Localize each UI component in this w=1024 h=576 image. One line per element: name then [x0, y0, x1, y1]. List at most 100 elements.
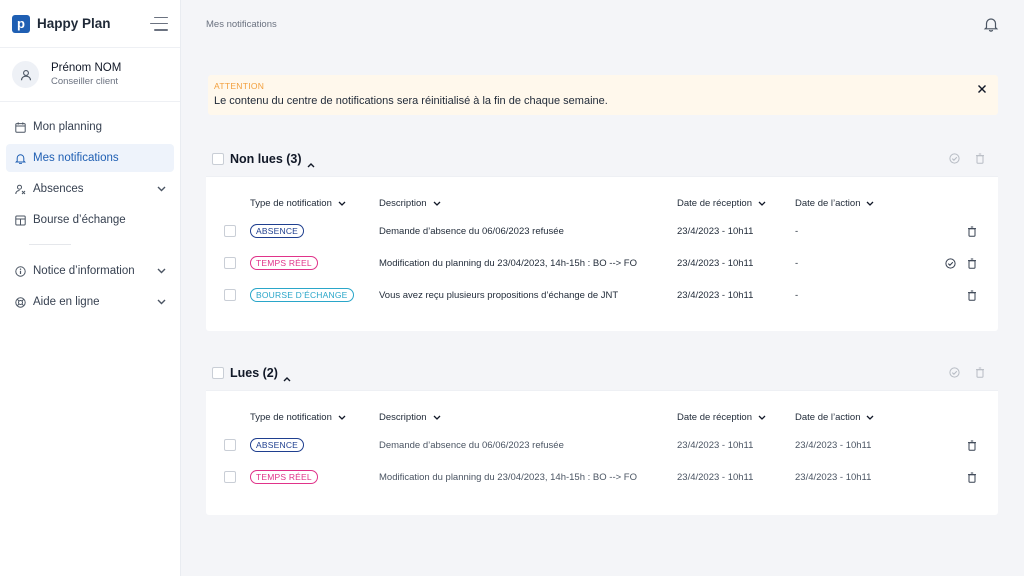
row-checkbox[interactable]	[224, 225, 236, 237]
row-received-date: 23/4/2023 - 10h11	[677, 471, 754, 483]
row-action-date: -	[795, 257, 799, 269]
select-all-read-checkbox[interactable]	[212, 366, 224, 379]
exchange-icon	[14, 214, 26, 226]
row-received-date: 23/4/2023 - 10h11	[677, 289, 754, 301]
sidebar-item-label: Bourse d’échange	[33, 214, 126, 226]
mark-all-read-icon[interactable]	[948, 367, 960, 379]
column-label: Type de notification	[250, 197, 332, 209]
chevron-down-icon	[157, 265, 166, 277]
main-content: Mes notifications ATTENTION Le contenu d…	[182, 0, 1024, 576]
sidebar-item-label: Mes notifications	[33, 152, 119, 164]
read-section-header: Lues (2)	[206, 355, 998, 391]
table-row[interactable]: BOURSE D’ÉCHANGE Vous avez reçu plusieur…	[206, 279, 998, 311]
sidebar-item-notice[interactable]: Notice d’information	[6, 257, 174, 285]
row-description: Demande d’absence du 06/06/2023 refusée	[379, 225, 564, 237]
mark-all-read-icon[interactable]	[948, 153, 960, 165]
read-table-header: Type de notification Description Date de…	[206, 405, 998, 429]
row-checkbox[interactable]	[224, 439, 236, 451]
type-badge: ABSENCE	[250, 224, 305, 238]
trash-icon[interactable]	[966, 257, 978, 269]
sidebar-item-label: Notice d’information	[33, 265, 135, 277]
delete-all-icon[interactable]	[974, 153, 986, 165]
read-section-title: Lues (2)	[230, 365, 278, 380]
close-icon[interactable]	[977, 81, 989, 93]
sidebar-item-planning[interactable]: Mon planning	[6, 113, 174, 141]
table-row[interactable]: ABSENCE Demande d’absence du 06/06/2023 …	[206, 429, 998, 461]
collapse-unread-icon[interactable]	[307, 155, 315, 167]
row-received-date: 23/4/2023 - 10h11	[677, 257, 754, 269]
sort-action-header[interactable]: Date de l’action	[795, 412, 915, 423]
trash-icon[interactable]	[966, 439, 978, 451]
top-bar: Mes notifications	[182, 0, 1024, 48]
sort-type-header[interactable]: Type de notification	[250, 412, 379, 423]
nav-divider	[29, 244, 71, 245]
row-description: Demande d’absence du 06/06/2023 refusée	[379, 439, 564, 451]
column-label: Description	[379, 197, 427, 209]
sidebar-item-label: Mon planning	[33, 121, 103, 133]
column-label: Description	[379, 411, 427, 423]
mark-read-icon[interactable]	[944, 257, 956, 269]
delete-all-icon[interactable]	[974, 367, 986, 379]
sort-received-header[interactable]: Date de réception	[677, 198, 795, 209]
sidebar-item-bourse[interactable]: Bourse d’échange	[6, 206, 174, 234]
app-logo: p	[12, 14, 30, 33]
unread-section: Non lues (3) Type de notification Descri…	[206, 141, 998, 331]
row-checkbox[interactable]	[224, 257, 236, 269]
table-row[interactable]: ABSENCE Demande d’absence du 06/06/2023 …	[206, 215, 998, 247]
row-received-date: 23/4/2023 - 10h11	[677, 439, 754, 451]
type-badge: TEMPS RÉEL	[250, 470, 318, 484]
read-section: Lues (2) Type de notification Descriptio…	[206, 355, 998, 515]
sort-description-header[interactable]: Description	[379, 198, 677, 209]
user-profile[interactable]: Prénom NOM Conseiller client	[0, 48, 180, 102]
row-action-date: -	[795, 289, 799, 301]
sidebar-nav: Mon planning Mes notifications Absences …	[0, 102, 180, 316]
table-row[interactable]: TEMPS RÉEL Modification du planning du 2…	[206, 247, 998, 279]
select-all-unread-checkbox[interactable]	[212, 152, 224, 165]
table-row[interactable]: TEMPS RÉEL Modification du planning du 2…	[206, 461, 998, 493]
trash-icon[interactable]	[966, 225, 978, 237]
info-icon	[14, 265, 26, 277]
breadcrumb: Mes notifications	[206, 18, 277, 30]
chevron-down-icon	[157, 183, 166, 195]
help-icon	[14, 296, 26, 308]
bell-icon[interactable]	[982, 15, 1000, 33]
user-name: Prénom NOM	[51, 62, 122, 74]
sidebar-item-label: Absences	[33, 183, 84, 195]
sidebar-item-label: Aide en ligne	[33, 296, 100, 308]
sidebar-item-aide[interactable]: Aide en ligne	[6, 288, 174, 316]
bell-icon	[14, 152, 26, 164]
alert-text: Le contenu du centre de notifications se…	[214, 95, 608, 107]
absence-icon	[14, 183, 26, 195]
unread-section-header: Non lues (3)	[206, 141, 998, 177]
column-label: Date de réception	[677, 411, 752, 423]
column-label: Type de notification	[250, 411, 332, 423]
attention-alert: ATTENTION Le contenu du centre de notifi…	[208, 75, 998, 115]
column-label: Date de l’action	[795, 411, 861, 423]
row-description: Modification du planning du 23/04/2023, …	[379, 257, 637, 269]
collapse-menu-icon[interactable]	[150, 16, 168, 31]
sort-type-header[interactable]: Type de notification	[250, 198, 379, 209]
sidebar-item-notifications[interactable]: Mes notifications	[6, 144, 174, 172]
unread-section-title: Non lues (3)	[230, 151, 302, 166]
sidebar-item-absences[interactable]: Absences	[6, 175, 174, 203]
calendar-icon	[14, 121, 26, 133]
column-label: Date de réception	[677, 197, 752, 209]
sort-received-header[interactable]: Date de réception	[677, 412, 795, 423]
user-role: Conseiller client	[51, 76, 119, 87]
row-description: Vous avez reçu plusieurs propositions d’…	[379, 289, 619, 301]
collapse-read-icon[interactable]	[283, 369, 291, 381]
row-action-date: 23/4/2023 - 10h11	[795, 439, 872, 451]
chevron-down-icon	[157, 296, 166, 308]
brand-bar: p Happy Plan	[0, 0, 180, 48]
trash-icon[interactable]	[966, 289, 978, 301]
user-avatar-icon	[12, 61, 39, 88]
app-name: Happy Plan	[37, 16, 111, 31]
row-checkbox[interactable]	[224, 289, 236, 301]
sort-description-header[interactable]: Description	[379, 412, 677, 423]
alert-title: ATTENTION	[214, 81, 265, 91]
sort-action-header[interactable]: Date de l’action	[795, 198, 915, 209]
row-checkbox[interactable]	[224, 471, 236, 483]
sidebar: p Happy Plan Prénom NOM Conseiller clien…	[0, 0, 181, 576]
trash-icon[interactable]	[966, 471, 978, 483]
type-badge: ABSENCE	[250, 438, 305, 452]
